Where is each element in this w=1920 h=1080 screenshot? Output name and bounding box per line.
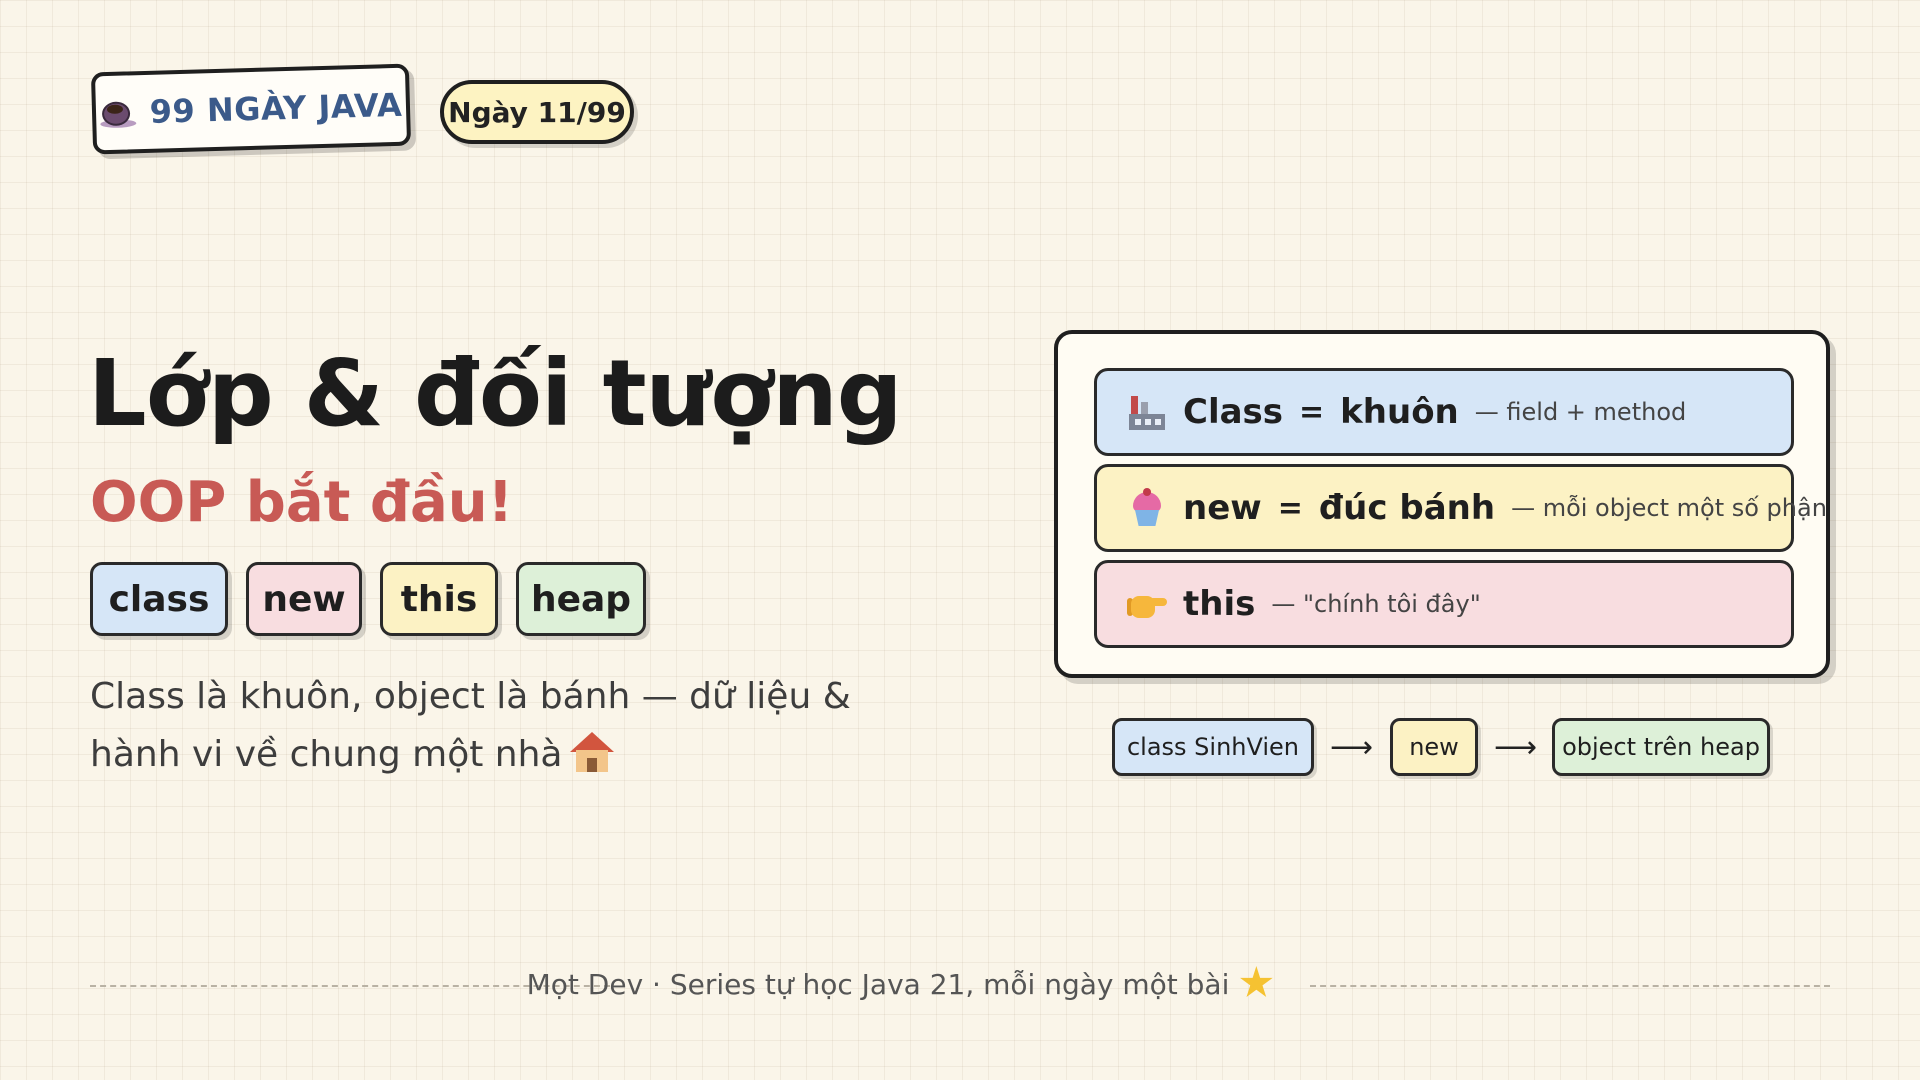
day-badge: Ngày 11/99 (440, 80, 634, 144)
factory-icon (1127, 392, 1167, 432)
concept-row-this: this — "chính tôi đây" (1094, 560, 1794, 648)
tag-class: class (90, 562, 228, 636)
tag-this: this (380, 562, 498, 636)
description-text: Class là khuôn, object là bánh — dữ liệu… (90, 676, 851, 775)
cupcake-icon (1127, 488, 1167, 528)
tag-new: new (246, 562, 362, 636)
coffee-cup-icon (99, 97, 137, 129)
concept-note: — field + method (1474, 398, 1687, 426)
concept-row-class: Class = khuôn — field + method (1094, 368, 1794, 456)
concept-eq: = (1299, 394, 1325, 430)
concept-value: khuôn (1340, 392, 1459, 432)
page-title: Lớp & đối tượng (88, 340, 903, 447)
flow-step-class: class SinhVien (1112, 718, 1314, 776)
concept-note: — "chính tôi đây" (1271, 590, 1481, 618)
flow-step-new: new (1390, 718, 1478, 776)
concept-note: — mỗi object một số phận (1511, 494, 1827, 522)
footer: Mọt Dev · Series tự học Java 21, mỗi ngà… (500, 966, 1300, 1001)
flow-arrow: ⟶ (1494, 730, 1538, 765)
concept-key: new (1183, 488, 1262, 528)
footer-divider-right (1310, 985, 1830, 987)
house-icon (570, 732, 615, 772)
pointing-hand-icon (1127, 584, 1167, 624)
concept-key: Class (1183, 392, 1284, 432)
tag-heap: heap (516, 562, 646, 636)
flow-arrow: ⟶ (1330, 730, 1374, 765)
concept-panel: Class = khuôn — field + method new = đúc… (1054, 330, 1830, 678)
brand-label: 99 NGÀY JAVA (149, 85, 403, 131)
description: Class là khuôn, object là bánh — dữ liệu… (90, 668, 950, 784)
concept-eq: = (1277, 490, 1303, 526)
footer-text: Mọt Dev · Series tự học Java 21, mỗi ngà… (526, 968, 1230, 1001)
concept-key: this (1183, 584, 1256, 624)
brand-badge: 99 NGÀY JAVA (90, 63, 412, 155)
concept-value: đúc bánh (1318, 488, 1496, 528)
star-icon (1240, 966, 1273, 997)
concept-row-new: new = đúc bánh — mỗi object một số phận (1094, 464, 1827, 552)
flow-step-heap: object trên heap (1552, 718, 1770, 776)
page-subtitle: OOP bắt đầu! (90, 470, 514, 535)
